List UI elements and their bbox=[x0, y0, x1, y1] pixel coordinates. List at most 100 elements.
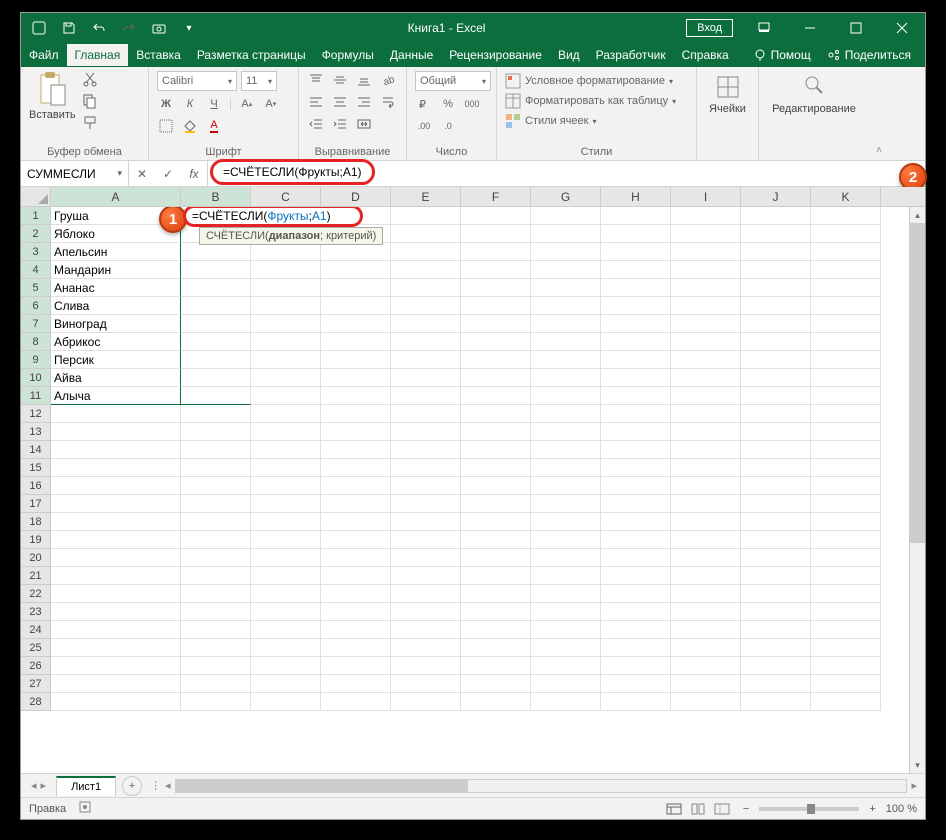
conditional-formatting[interactable]: Условное форматирование▾ bbox=[505, 71, 688, 91]
paste-button[interactable]: Вставить bbox=[29, 71, 76, 121]
cell[interactable] bbox=[741, 405, 811, 423]
cell[interactable] bbox=[251, 405, 321, 423]
cell[interactable] bbox=[531, 477, 601, 495]
cell[interactable] bbox=[181, 243, 251, 261]
cell[interactable] bbox=[531, 585, 601, 603]
cell[interactable] bbox=[461, 621, 531, 639]
cell[interactable] bbox=[531, 261, 601, 279]
cell[interactable] bbox=[391, 477, 461, 495]
cell[interactable] bbox=[671, 243, 741, 261]
cell[interactable] bbox=[531, 603, 601, 621]
cell[interactable] bbox=[51, 639, 181, 657]
column-header[interactable]: I bbox=[671, 187, 741, 206]
cell[interactable] bbox=[251, 387, 321, 405]
login-button[interactable]: Вход bbox=[686, 19, 733, 37]
cell[interactable]: Виноград bbox=[51, 315, 181, 333]
cell[interactable] bbox=[601, 603, 671, 621]
row-header[interactable]: 22 bbox=[21, 585, 51, 603]
row-header[interactable]: 2 bbox=[21, 225, 51, 243]
cell[interactable] bbox=[391, 387, 461, 405]
cell[interactable] bbox=[251, 513, 321, 531]
cell[interactable] bbox=[811, 279, 881, 297]
cell[interactable] bbox=[181, 675, 251, 693]
horizontal-scrollbar[interactable] bbox=[175, 779, 908, 793]
cell[interactable] bbox=[181, 477, 251, 495]
cell[interactable] bbox=[531, 243, 601, 261]
cell[interactable] bbox=[531, 531, 601, 549]
cell[interactable] bbox=[461, 243, 531, 261]
column-header[interactable]: G bbox=[531, 187, 601, 206]
cell[interactable] bbox=[391, 603, 461, 621]
cell[interactable] bbox=[811, 261, 881, 279]
active-cell-editor[interactable]: =СЧЁТЕСЛИ(Фрукты;A1) bbox=[183, 207, 363, 227]
cell[interactable] bbox=[601, 351, 671, 369]
cell[interactable] bbox=[601, 495, 671, 513]
cell[interactable] bbox=[741, 693, 811, 711]
cell[interactable] bbox=[601, 513, 671, 531]
page-break-view-icon[interactable] bbox=[711, 801, 733, 817]
select-all-button[interactable] bbox=[21, 187, 51, 206]
cell[interactable] bbox=[181, 441, 251, 459]
cell[interactable] bbox=[601, 369, 671, 387]
cell[interactable] bbox=[251, 639, 321, 657]
cell[interactable] bbox=[671, 387, 741, 405]
cell[interactable] bbox=[811, 549, 881, 567]
cell[interactable] bbox=[531, 297, 601, 315]
cell[interactable] bbox=[531, 279, 601, 297]
cell[interactable] bbox=[391, 297, 461, 315]
cell[interactable] bbox=[671, 621, 741, 639]
row-header[interactable]: 26 bbox=[21, 657, 51, 675]
cell[interactable] bbox=[601, 621, 671, 639]
row-header[interactable]: 28 bbox=[21, 693, 51, 711]
cell[interactable] bbox=[671, 675, 741, 693]
cell[interactable] bbox=[531, 423, 601, 441]
cell[interactable] bbox=[811, 603, 881, 621]
cell[interactable] bbox=[321, 459, 391, 477]
column-header[interactable]: H bbox=[601, 187, 671, 206]
column-header[interactable]: F bbox=[461, 187, 531, 206]
row-header[interactable]: 12 bbox=[21, 405, 51, 423]
redo-icon[interactable] bbox=[121, 20, 137, 36]
tab-review[interactable]: Рецензирование bbox=[441, 44, 550, 66]
cell[interactable] bbox=[51, 477, 181, 495]
cell[interactable] bbox=[741, 441, 811, 459]
cell[interactable] bbox=[461, 531, 531, 549]
cell[interactable] bbox=[671, 423, 741, 441]
cell[interactable] bbox=[391, 531, 461, 549]
cell[interactable] bbox=[461, 405, 531, 423]
cell[interactable] bbox=[741, 585, 811, 603]
cell[interactable] bbox=[321, 387, 391, 405]
cell[interactable] bbox=[51, 495, 181, 513]
cell[interactable] bbox=[671, 297, 741, 315]
copy-icon[interactable] bbox=[82, 93, 102, 109]
cell[interactable] bbox=[811, 531, 881, 549]
autosave-toggle[interactable] bbox=[31, 20, 47, 36]
cell[interactable] bbox=[601, 387, 671, 405]
cell[interactable] bbox=[601, 333, 671, 351]
cell[interactable] bbox=[251, 315, 321, 333]
cell[interactable] bbox=[601, 639, 671, 657]
cell[interactable] bbox=[251, 441, 321, 459]
ribbon-options-icon[interactable] bbox=[741, 13, 787, 43]
cell[interactable] bbox=[181, 351, 251, 369]
cell[interactable] bbox=[461, 297, 531, 315]
cell[interactable] bbox=[601, 477, 671, 495]
cell[interactable] bbox=[811, 441, 881, 459]
column-header[interactable]: B bbox=[181, 187, 251, 206]
cell[interactable] bbox=[181, 657, 251, 675]
cell[interactable] bbox=[531, 351, 601, 369]
cell[interactable] bbox=[321, 405, 391, 423]
row-header[interactable]: 11 bbox=[21, 387, 51, 405]
cell[interactable] bbox=[811, 675, 881, 693]
column-header[interactable]: A bbox=[51, 187, 181, 206]
cell[interactable] bbox=[671, 639, 741, 657]
cell[interactable] bbox=[601, 405, 671, 423]
cell[interactable] bbox=[251, 333, 321, 351]
cell[interactable] bbox=[391, 207, 461, 225]
cell[interactable] bbox=[391, 441, 461, 459]
cell[interactable] bbox=[741, 621, 811, 639]
row-header[interactable]: 17 bbox=[21, 495, 51, 513]
cell[interactable] bbox=[251, 567, 321, 585]
qa-customize-icon[interactable]: ▾ bbox=[181, 20, 197, 36]
cell[interactable] bbox=[531, 369, 601, 387]
